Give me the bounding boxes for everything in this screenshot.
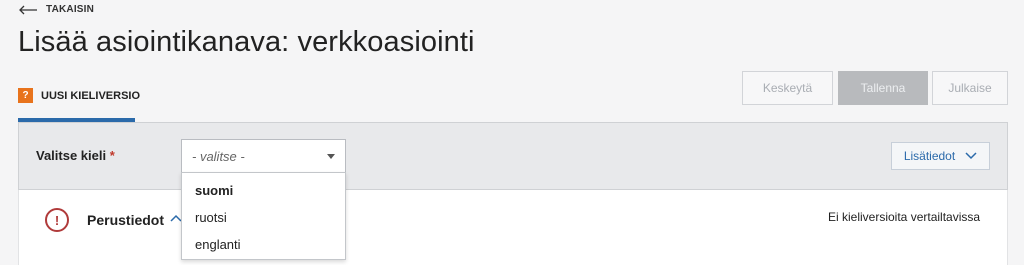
more-info-button[interactable]: Lisätiedot <box>891 142 990 170</box>
alert-icon: ! <box>45 208 69 232</box>
content-panel <box>18 190 1008 265</box>
more-info-label: Lisätiedot <box>903 149 956 163</box>
page-title: Lisää asiointikanava: verkkoasiointi <box>18 26 475 58</box>
language-select[interactable]: - valitse - <box>181 139 346 173</box>
back-link[interactable]: TAKAISIN <box>18 4 94 15</box>
language-select-label-text: Valitse kieli <box>36 148 107 163</box>
save-button[interactable]: Tallenna <box>838 71 928 105</box>
compare-status-text: Ei kieliversioita vertailtavissa <box>828 210 981 224</box>
dropdown-option-suomi[interactable]: suomi <box>182 177 345 204</box>
tab-label: UUSI KIELIVERSIO <box>41 89 141 102</box>
chevron-down-icon <box>965 152 977 160</box>
language-select-label: Valitse kieli * <box>36 148 115 163</box>
section-title: Perustiedot <box>87 212 165 228</box>
arrow-left-icon <box>19 5 37 14</box>
required-marker: * <box>109 148 115 163</box>
cancel-button[interactable]: Keskeytä <box>742 71 833 105</box>
language-select-placeholder: - valitse - <box>192 148 245 164</box>
question-badge-icon: ? <box>18 88 33 103</box>
back-link-label: TAKAISIN <box>46 4 95 15</box>
publish-button[interactable]: Julkaise <box>932 71 1008 105</box>
language-panel <box>18 122 1008 190</box>
tab-new-language-version[interactable]: ? UUSI KIELIVERSIO <box>18 88 140 103</box>
language-dropdown-menu: suomi ruotsi englanti <box>181 172 346 260</box>
caret-down-icon <box>327 153 335 159</box>
dropdown-option-ruotsi[interactable]: ruotsi <box>182 204 345 231</box>
dropdown-option-englanti[interactable]: englanti <box>182 231 345 258</box>
